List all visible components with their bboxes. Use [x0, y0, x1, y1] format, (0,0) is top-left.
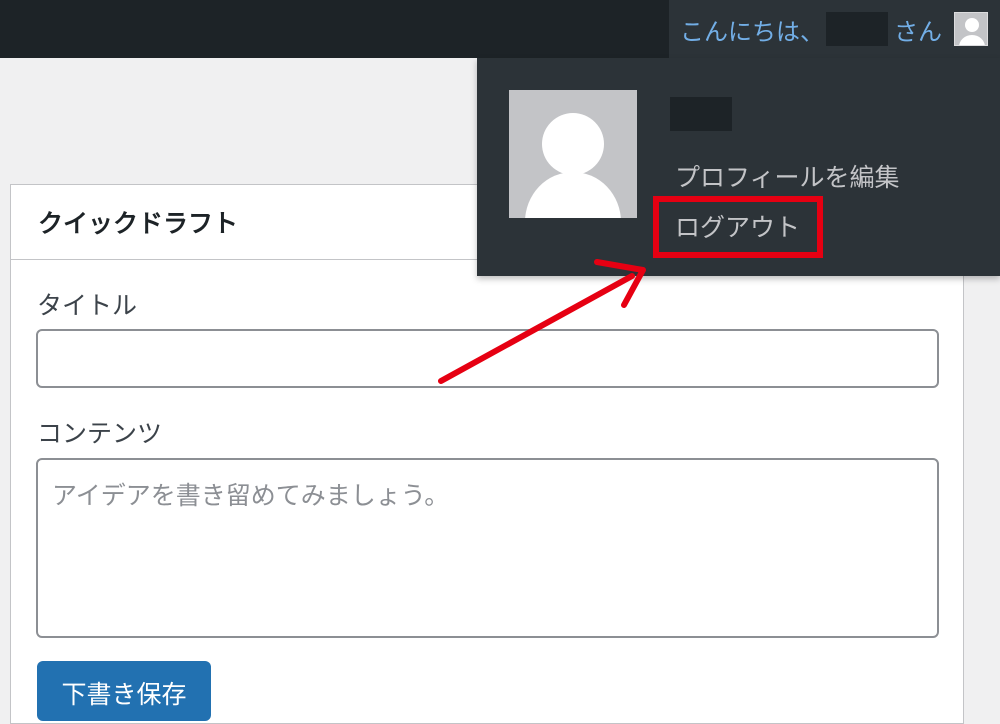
save-draft-button[interactable]: 下書き保存	[37, 661, 211, 721]
content-textarea[interactable]	[36, 458, 939, 638]
admin-bar: こんにちは、 さん	[0, 0, 1000, 58]
greeting[interactable]: こんにちは、 さん	[680, 12, 942, 47]
edit-profile-link[interactable]: プロフィールを編集	[675, 158, 900, 194]
logout-highlight-box	[653, 196, 823, 258]
my-account-menu[interactable]: こんにちは、 さん	[669, 0, 1000, 58]
greeting-suffix: さん	[894, 17, 942, 46]
redacted-display-name	[670, 97, 732, 131]
greeting-prefix: こんにちは、	[680, 17, 824, 46]
avatar-large-icon[interactable]	[509, 90, 637, 218]
content-label: コンテンツ	[37, 419, 163, 448]
redacted-username	[826, 12, 888, 46]
avatar-small-icon[interactable]	[954, 12, 988, 46]
title-label: タイトル	[37, 291, 138, 320]
title-input[interactable]	[36, 329, 939, 388]
panel-title: クイックドラフト	[38, 209, 239, 238]
user-dropdown-menu: プロフィールを編集 ログアウト	[477, 58, 1000, 276]
